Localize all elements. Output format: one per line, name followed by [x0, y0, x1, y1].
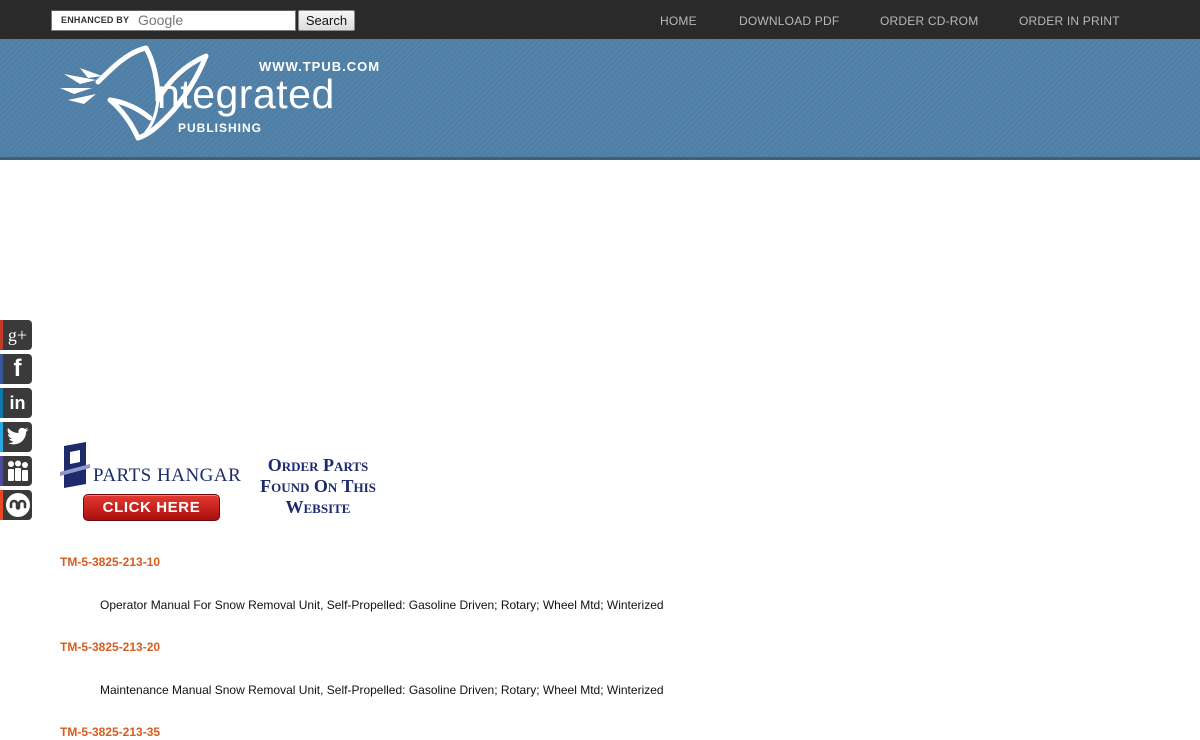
parts-hangar-ad[interactable]: PARTS HANGAR CLICK HERE Order Parts Foun… — [60, 440, 390, 526]
manual-link-tm-5-3825-213-20[interactable]: TM-5-3825-213-20 — [60, 640, 160, 654]
manual-description: Operator Manual For Snow Removal Unit, S… — [100, 598, 664, 612]
search-input[interactable] — [52, 11, 295, 30]
parts-hangar-name: PARTS HANGAR — [93, 465, 242, 486]
share-linkedin[interactable]: in — [0, 388, 32, 418]
ad-tagline-line: Order Parts — [267, 455, 369, 475]
nav-home[interactable]: HOME — [660, 14, 697, 28]
search-button[interactable]: Search — [298, 10, 355, 31]
myspace-icon — [7, 460, 28, 481]
ad-tagline-line: Found On This — [260, 476, 376, 496]
logo-name: ntegrated — [157, 71, 335, 117]
parts-hangar-logo-icon — [60, 442, 90, 488]
twitter-icon — [7, 427, 29, 445]
top-bar: ENHANCED BY Google Search HOME DOWNLOAD … — [0, 0, 1200, 39]
share-myspace[interactable] — [0, 456, 32, 486]
manual-description: Maintenance Manual Snow Removal Unit, Se… — [100, 683, 664, 697]
site-search: ENHANCED BY Google Search — [51, 10, 355, 31]
google-plus-icon: g+ — [7, 324, 28, 345]
nav-order-in-print[interactable]: ORDER IN PRINT — [1019, 14, 1120, 28]
manual-link-tm-5-3825-213-35[interactable]: TM-5-3825-213-35 — [60, 725, 160, 739]
linkedin-icon: in — [9, 392, 26, 413]
share-google-plus[interactable]: g+ — [0, 320, 32, 350]
search-box[interactable]: ENHANCED BY Google — [51, 10, 296, 31]
facebook-icon: f — [13, 355, 22, 382]
click-here-button[interactable]: CLICK HERE — [83, 494, 220, 521]
nav-download-pdf[interactable]: DOWNLOAD PDF — [739, 14, 839, 28]
logo-subtitle: PUBLISHING — [178, 121, 263, 135]
nav-order-cd-rom[interactable]: ORDER CD-ROM — [880, 14, 978, 28]
ad-tagline-line: Website — [285, 497, 351, 517]
manual-link-tm-5-3825-213-10[interactable]: TM-5-3825-213-10 — [60, 555, 160, 569]
share-stumbleupon[interactable] — [0, 490, 32, 520]
banner-divider — [0, 157, 1200, 160]
stumbleupon-icon — [5, 493, 30, 517]
share-facebook[interactable]: f — [0, 354, 32, 384]
ad-tagline: Order Parts Found On This Website — [243, 455, 393, 518]
share-twitter[interactable] — [0, 422, 32, 452]
